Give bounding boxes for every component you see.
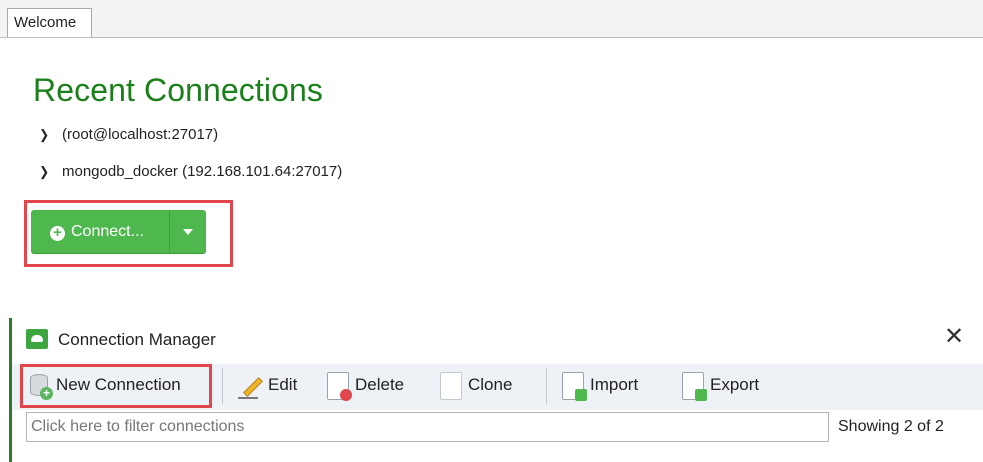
close-icon[interactable]: ✕ xyxy=(944,322,964,352)
clone-button[interactable]: Clone xyxy=(440,370,512,404)
recent-connection-label: mongodb_docker (192.168.101.64:27017) xyxy=(62,163,343,180)
recent-connection-item[interactable]: ❯ mongodb_docker (192.168.101.64:27017) xyxy=(38,163,342,180)
tab-welcome[interactable]: Welcome xyxy=(7,8,92,37)
toolbar-separator xyxy=(222,368,223,404)
edit-button[interactable]: Edit xyxy=(238,370,297,404)
showing-count: Showing 2 of 2 xyxy=(838,418,944,435)
chevron-right-icon: ❯ xyxy=(39,127,50,142)
export-button[interactable]: Export xyxy=(682,370,759,404)
chevron-right-icon: ❯ xyxy=(39,164,50,179)
highlight-annotation xyxy=(24,200,233,267)
recent-connection-label: (root@localhost:27017) xyxy=(62,126,219,143)
connection-manager-title-bar: Connection Manager xyxy=(26,320,216,360)
import-button[interactable]: Import xyxy=(562,370,638,404)
connection-manager-title: Connection Manager xyxy=(58,330,216,349)
filter-field xyxy=(26,412,829,442)
delete-label: Delete xyxy=(355,375,405,394)
export-document-icon xyxy=(682,371,707,401)
filter-connections-input[interactable] xyxy=(27,413,828,441)
export-label: Export xyxy=(710,375,760,394)
recent-connections-title: Recent Connections xyxy=(33,72,323,108)
recent-connection-item[interactable]: ❯ (root@localhost:27017) xyxy=(38,126,218,143)
clone-document-icon xyxy=(440,371,462,400)
delete-button[interactable]: Delete xyxy=(327,370,404,404)
toolbar-separator xyxy=(546,368,547,404)
highlight-annotation xyxy=(20,364,212,408)
import-document-icon xyxy=(562,371,587,401)
app-logo-icon xyxy=(26,329,48,349)
edit-label: Edit xyxy=(268,375,298,394)
tab-bar: Welcome xyxy=(0,0,983,38)
import-label: Import xyxy=(590,375,639,394)
delete-document-icon xyxy=(327,371,352,401)
pencil-icon xyxy=(238,373,263,399)
clone-label: Clone xyxy=(468,375,513,394)
